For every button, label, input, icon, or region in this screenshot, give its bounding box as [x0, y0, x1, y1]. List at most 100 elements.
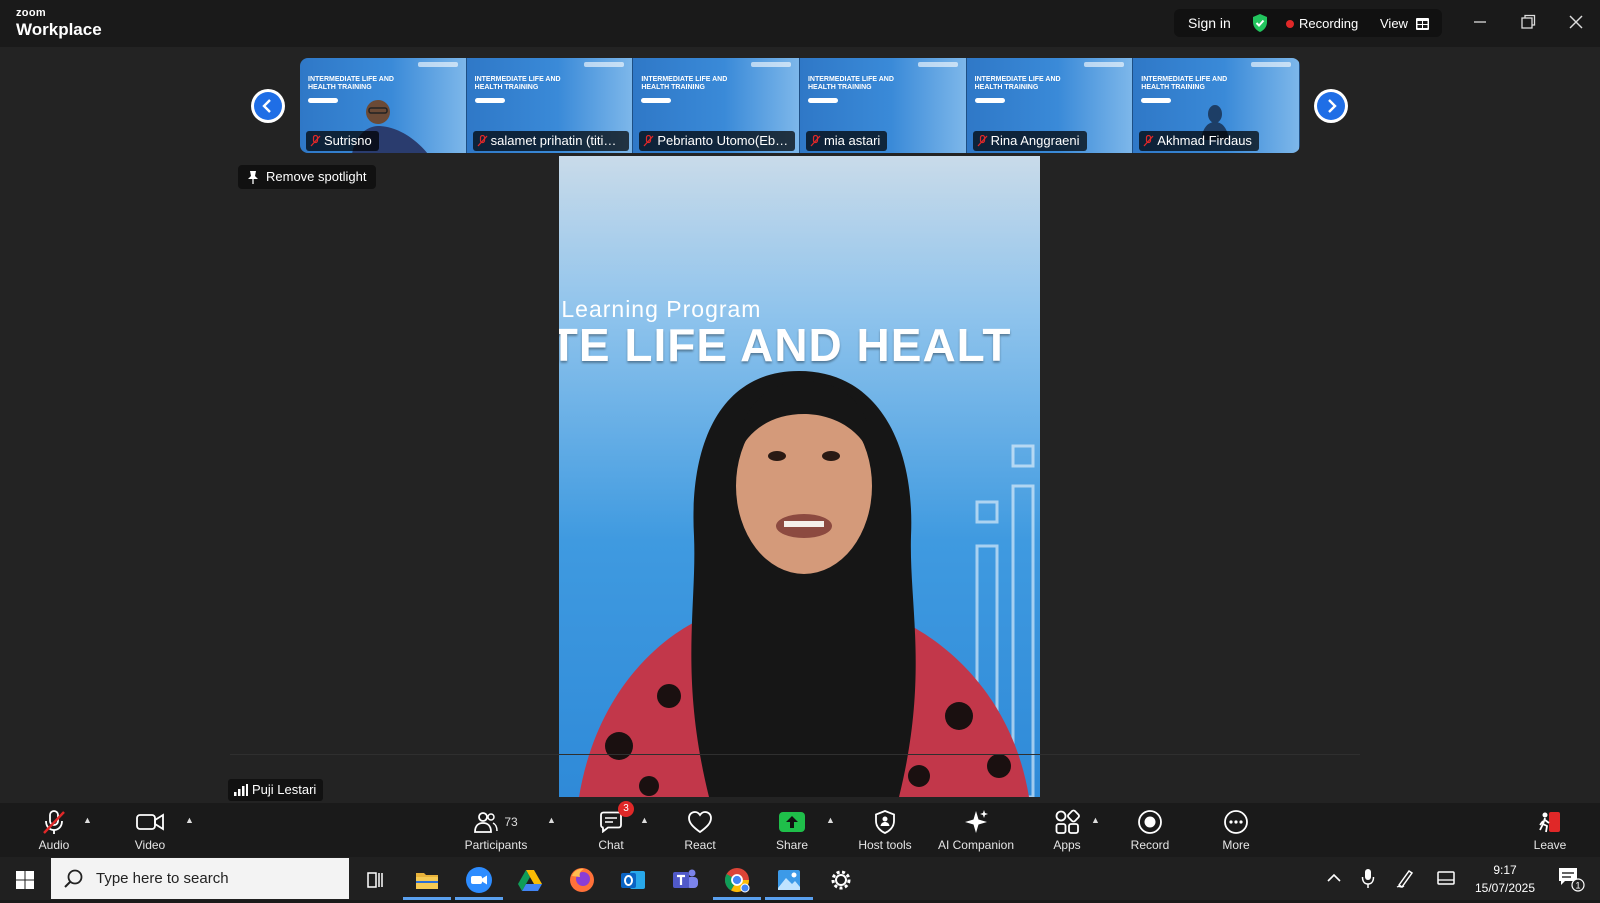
video-options-chevron-icon[interactable]: ▲ — [185, 815, 194, 825]
taskbar-search-input[interactable]: Type here to search — [51, 858, 349, 899]
tray-chevron-up-icon[interactable] — [1325, 865, 1343, 896]
zoom-logo: zoom Workplace — [16, 7, 102, 39]
participants-count: 73 — [504, 815, 518, 829]
chat-button[interactable]: 3 Chat — [566, 801, 656, 857]
tray-pen-icon[interactable] — [1395, 865, 1415, 896]
gallery-strip: INTERMEDIATE LIFE AND HEALTH TRAINING Su… — [300, 58, 1300, 153]
mic-muted-icon — [810, 135, 821, 147]
participants-options-chevron-icon[interactable]: ▲ — [547, 815, 556, 825]
participant-tile[interactable]: INTERMEDIATE LIFE AND HEALTH TRAINING sa… — [466, 58, 634, 153]
zoom-app-icon[interactable] — [455, 862, 503, 900]
participant-name-tag: mia astari — [805, 131, 888, 151]
chat-options-chevron-icon[interactable]: ▲ — [640, 815, 649, 825]
tray-display-icon[interactable] — [1436, 865, 1456, 896]
mic-muted-icon — [643, 135, 654, 147]
close-icon[interactable] — [1566, 12, 1586, 32]
audio-options-chevron-icon[interactable]: ▲ — [83, 815, 92, 825]
photos-app-icon[interactable] — [765, 862, 813, 900]
file-explorer-icon[interactable] — [403, 862, 451, 900]
speaker-name-tag: Puji Lestari — [228, 779, 324, 801]
mic-muted-icon — [1143, 135, 1154, 147]
tray-microphone-icon[interactable] — [1360, 865, 1376, 896]
share-screen-icon — [779, 812, 805, 832]
chevron-right-icon — [1328, 99, 1337, 113]
apps-button[interactable]: Apps — [1022, 803, 1112, 857]
ai-companion-button[interactable]: AI Companion — [930, 803, 1022, 857]
participant-tile[interactable]: INTERMEDIATE LIFE AND HEALTH TRAINING mi… — [799, 58, 967, 153]
more-button[interactable]: More — [1191, 803, 1281, 857]
grid-view-icon — [1415, 17, 1429, 30]
participants-button[interactable]: 73 Participants — [451, 803, 541, 857]
apps-options-chevron-icon[interactable]: ▲ — [1091, 815, 1100, 825]
brand-small: zoom — [16, 7, 46, 19]
record-button[interactable]: Record — [1105, 803, 1195, 857]
outlook-icon[interactable] — [615, 862, 651, 898]
recording-indicator[interactable]: Recording — [1286, 16, 1358, 31]
brand-large: Workplace — [16, 20, 102, 39]
taskbar-clock[interactable]: 9:17 15/07/2025 — [1465, 861, 1545, 897]
windows-start-icon[interactable] — [7, 862, 43, 898]
view-button[interactable]: View — [1380, 16, 1429, 31]
sign-in-button[interactable]: Sign in — [1188, 15, 1231, 31]
signal-strength-icon — [234, 784, 248, 796]
meeting-area: INTERMEDIATE LIFE AND HEALTH TRAINING Su… — [0, 47, 1600, 803]
more-dots-icon — [1224, 810, 1248, 834]
restore-icon[interactable] — [1518, 12, 1538, 32]
participant-tile[interactable]: INTERMEDIATE LIFE AND HEALTH TRAINING Ri… — [966, 58, 1134, 153]
encryption-shield-icon[interactable] — [1250, 13, 1270, 38]
host-tools-button[interactable]: Host tools — [840, 803, 930, 857]
apps-icon — [1055, 809, 1080, 834]
participant-tile[interactable]: INTERMEDIATE LIFE AND HEALTH TRAINING Pe… — [633, 58, 800, 153]
participant-name-tag: Akhmad Firdaus — [1139, 131, 1259, 151]
participant-tile[interactable]: INTERMEDIATE LIFE AND HEALTH TRAINING Ak… — [1133, 58, 1300, 153]
mic-muted-icon — [977, 135, 988, 147]
participant-tile[interactable]: INTERMEDIATE LIFE AND HEALTH TRAINING Su… — [300, 58, 467, 153]
header-controls: Sign in Recording View — [1174, 9, 1442, 37]
participants-icon — [474, 812, 499, 833]
pin-icon — [248, 171, 258, 184]
search-placeholder: Type here to search — [96, 870, 229, 887]
speaker-video-person — [579, 371, 1035, 797]
participant-name-tag: Sutrisno — [306, 131, 379, 151]
gallery-next-button[interactable] — [1314, 89, 1348, 123]
shield-icon — [875, 810, 895, 834]
teams-icon[interactable] — [667, 862, 703, 898]
notification-count: 1 — [1575, 881, 1580, 891]
participant-name-tag: Pebrianto Utomo(Ebhy) — [639, 131, 796, 151]
chevron-left-icon — [262, 99, 271, 113]
divider — [230, 754, 1360, 755]
settings-gear-icon[interactable] — [823, 862, 859, 898]
spotlight-video[interactable]: ate Learning Program ATE LIFE AND HEALT — [559, 156, 1040, 797]
audio-button[interactable]: Audio — [9, 803, 99, 857]
share-options-chevron-icon[interactable]: ▲ — [826, 815, 835, 825]
os-taskbar: Type here to search 9:17 15/07/2025 1 — [0, 857, 1600, 900]
notifications-icon[interactable]: 1 — [1556, 863, 1586, 898]
react-button[interactable]: React — [655, 803, 745, 857]
mic-muted-icon — [310, 135, 321, 147]
participant-name-tag: Rina Anggraeni — [972, 131, 1087, 151]
sparkle-icon — [965, 810, 988, 833]
participant-name-tag: salamet prihatin (titin ... — [472, 131, 629, 151]
share-button[interactable]: Share — [747, 803, 837, 857]
recording-dot-icon — [1286, 19, 1294, 28]
title-bar: zoom Workplace Sign in Recording View — [0, 0, 1600, 47]
firefox-icon[interactable] — [564, 862, 600, 898]
view-label: View — [1380, 16, 1408, 31]
video-camera-icon — [136, 813, 164, 831]
mic-muted-icon — [477, 135, 488, 147]
task-view-icon[interactable] — [357, 862, 393, 898]
meeting-toolbar: Audio ▲ Video ▲ 73 Participants ▲ 3 Chat… — [0, 801, 1600, 857]
record-icon — [1138, 810, 1162, 834]
video-button[interactable]: Video — [105, 803, 195, 857]
clock-date: 15/07/2025 — [1474, 881, 1536, 895]
leave-door-icon — [1539, 812, 1560, 833]
google-drive-icon[interactable] — [512, 862, 548, 898]
recording-label: Recording — [1299, 16, 1359, 31]
leave-button[interactable]: Leave — [1505, 803, 1595, 857]
minimize-icon[interactable] — [1470, 12, 1490, 32]
heart-icon — [688, 811, 712, 834]
chrome-icon[interactable] — [713, 862, 761, 900]
chat-unread-badge: 3 — [618, 801, 634, 817]
remove-spotlight-button[interactable]: Remove spotlight — [238, 165, 377, 189]
gallery-prev-button[interactable] — [251, 89, 285, 123]
